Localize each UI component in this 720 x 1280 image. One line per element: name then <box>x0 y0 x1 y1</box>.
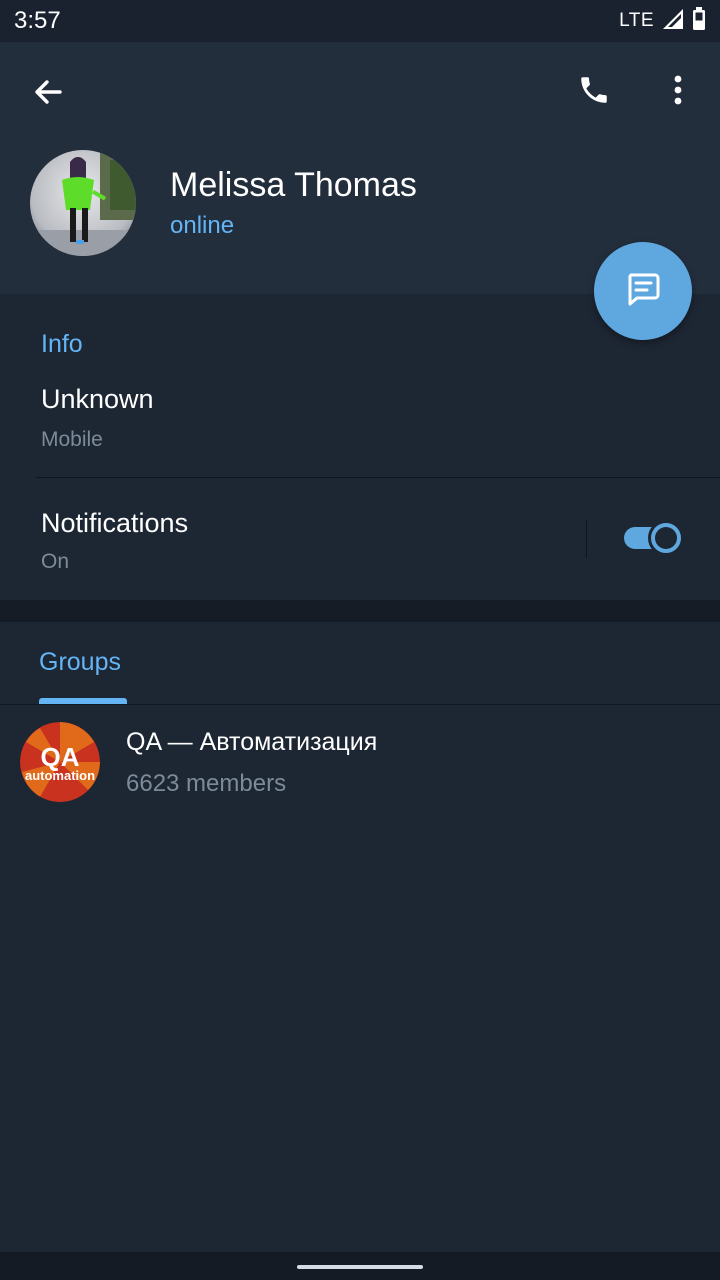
notifications-row[interactable]: Notifications On <box>0 478 580 598</box>
section-separator <box>0 600 720 622</box>
phone-row[interactable]: Unknown Mobile <box>0 368 720 476</box>
phone-icon <box>577 73 611 112</box>
arrow-left-icon <box>32 76 64 113</box>
notifications-title: Notifications <box>41 508 189 538</box>
tab-divider <box>0 704 720 705</box>
message-icon <box>623 269 663 314</box>
vertical-divider <box>586 520 587 558</box>
status-bar: 3:57 LTE <box>0 0 720 42</box>
group-avatar: QA automation <box>20 722 100 802</box>
phone-value: Unknown <box>41 384 154 414</box>
send-message-button[interactable] <box>594 242 692 340</box>
group-name: QA — Автоматизация <box>126 728 378 756</box>
toggle-knob <box>648 520 684 556</box>
call-button[interactable] <box>566 64 622 120</box>
tab-groups[interactable]: Groups <box>39 648 121 677</box>
signal-icon <box>662 8 684 35</box>
status-indicators: LTE <box>619 6 706 36</box>
status-time: 3:57 <box>14 7 61 34</box>
battery-icon <box>692 6 706 36</box>
more-options-button[interactable] <box>652 64 704 120</box>
profile-status: online <box>170 212 235 239</box>
info-section-title: Info <box>41 330 83 358</box>
profile-avatar[interactable] <box>30 150 136 256</box>
notifications-value: On <box>41 550 70 573</box>
list-item[interactable]: QA automation QA — Автоматизация 6623 me… <box>0 714 720 810</box>
system-nav-bar <box>0 1252 720 1280</box>
info-section: Info Unknown Mobile Notifications On <box>0 294 720 600</box>
group-members-count: 6623 members <box>126 770 287 797</box>
profile-name: Melissa Thomas <box>170 166 417 204</box>
notifications-toggle[interactable] <box>622 520 684 556</box>
phone-label: Mobile <box>41 428 103 451</box>
back-button[interactable] <box>20 66 76 122</box>
groups-section: Groups QA automation QA — Автоматизация … <box>0 622 720 1252</box>
more-vertical-icon <box>673 74 683 111</box>
group-avatar-sub-text: automation <box>25 768 95 783</box>
home-gesture-handle[interactable] <box>297 1265 423 1269</box>
network-type: LTE <box>619 10 654 31</box>
